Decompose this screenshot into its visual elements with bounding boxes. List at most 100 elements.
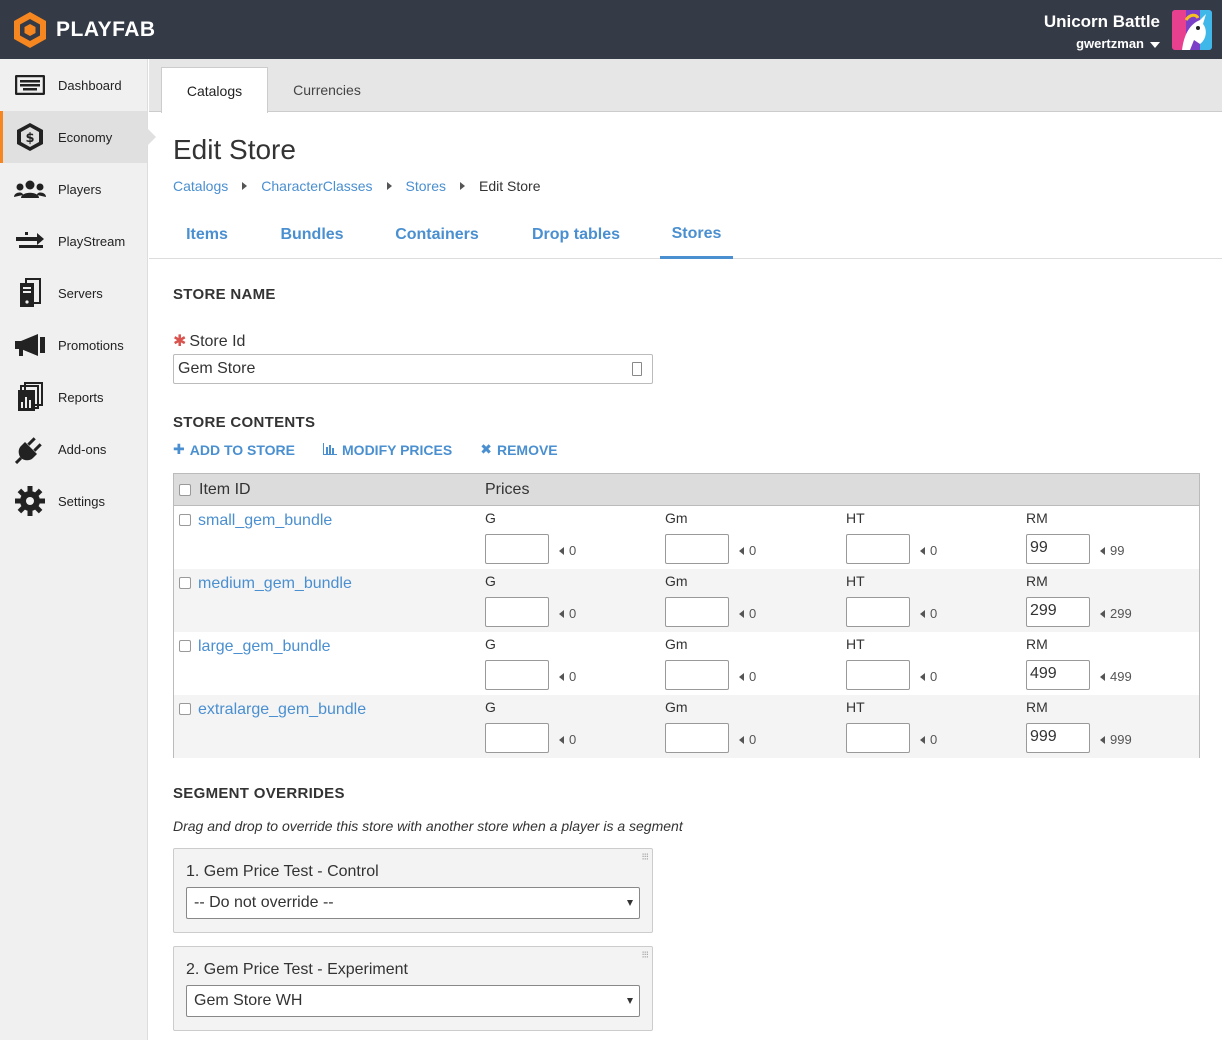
- previous-price-value: 299: [1110, 606, 1132, 621]
- breadcrumb-separator-icon: [386, 182, 392, 190]
- price-input-rm[interactable]: 99: [1026, 534, 1090, 564]
- sidebar-item-servers[interactable]: Servers: [0, 267, 147, 319]
- breadcrumb-stores[interactable]: Stores: [406, 178, 446, 194]
- caret-down-icon: [1150, 41, 1160, 48]
- contact-card-icon[interactable]: [632, 362, 642, 376]
- drag-handle-icon[interactable]: ⁝⁝⁝: [641, 950, 648, 961]
- tab-items[interactable]: Items: [173, 211, 241, 259]
- caret-left-icon: [1100, 610, 1105, 618]
- segment-selected-value: -- Do not override --: [194, 894, 334, 911]
- segment-override-select[interactable]: Gem Store WH: [186, 985, 640, 1017]
- price-input-rm[interactable]: 999: [1026, 723, 1090, 753]
- segment-override-card[interactable]: ⁝⁝⁝ 1. Gem Price Test - Control -- Do no…: [173, 848, 653, 933]
- store-id-input[interactable]: Gem Store: [173, 354, 653, 384]
- previous-price: 499: [1100, 669, 1132, 684]
- breadcrumb-current: Edit Store: [479, 178, 541, 194]
- remove-button[interactable]: ✖ REMOVE: [480, 441, 557, 458]
- sidebar-item-settings[interactable]: Settings: [0, 475, 147, 527]
- caret-left-icon: [739, 547, 744, 555]
- avatar[interactable]: [1172, 10, 1212, 50]
- breadcrumb-separator-icon: [460, 182, 465, 190]
- sidebar-item-label: PlayStream: [58, 233, 126, 249]
- price-input-gm[interactable]: [665, 723, 729, 753]
- sidebar-item-add-ons[interactable]: Add-ons: [0, 423, 147, 475]
- sidebar-item-label: Dashboard: [58, 77, 122, 93]
- table-row: medium_gem_bundle G0 Gm 0 HT 0 RM 299 299: [174, 569, 1199, 632]
- tab-catalogs[interactable]: Catalogs: [161, 67, 268, 113]
- tab-bundles[interactable]: Bundles: [269, 211, 355, 259]
- store-id-label: ✱ Store Id: [173, 331, 245, 351]
- section-store-name: STORE NAME: [173, 286, 276, 303]
- price-input-rm[interactable]: 299: [1026, 597, 1090, 627]
- plus-icon: ✚: [173, 441, 185, 457]
- section-store-contents: STORE CONTENTS: [173, 414, 316, 431]
- breadcrumb-catalogs[interactable]: Catalogs: [173, 178, 228, 194]
- price-input-ht[interactable]: [846, 597, 910, 627]
- previous-price: 299: [1100, 606, 1132, 621]
- previous-price-value: 0: [569, 669, 577, 684]
- item-link[interactable]: large_gem_bundle: [198, 638, 331, 656]
- sidebar-item-playstream[interactable]: PlayStream: [0, 215, 147, 267]
- sidebar-item-dashboard[interactable]: Dashboard: [0, 59, 147, 111]
- row-checkbox[interactable]: [179, 514, 191, 526]
- tab-currencies[interactable]: Currencies: [281, 67, 373, 113]
- username: gwertzman: [1076, 36, 1144, 51]
- remove-label: REMOVE: [496, 441, 558, 458]
- currency-label: RM: [1026, 636, 1048, 652]
- price-input-g[interactable]: [485, 723, 549, 753]
- sidebar-item-label: Promotions: [58, 337, 124, 353]
- top-bar: PLAYFAB Unicorn Battle gwertzman: [0, 0, 1222, 59]
- playfab-logo[interactable]: PLAYFAB: [12, 11, 156, 49]
- breadcrumb-characterclasses[interactable]: CharacterClasses: [261, 178, 372, 194]
- row-checkbox[interactable]: [179, 640, 191, 652]
- price-input-g[interactable]: [485, 660, 549, 690]
- price-cell-rm: RM 499 499: [1026, 636, 1132, 690]
- caret-left-icon: [739, 736, 744, 744]
- row-checkbox[interactable]: [179, 703, 191, 715]
- price-input-g[interactable]: [485, 534, 549, 564]
- price-input-gm[interactable]: [665, 534, 729, 564]
- header-item-id: Item ID: [199, 481, 251, 498]
- price-cell-g: G0: [485, 573, 576, 627]
- sidebar-item-reports[interactable]: Reports: [0, 371, 147, 423]
- sidebar-item-economy[interactable]: $ Economy: [0, 111, 156, 163]
- currency-label: RM: [1026, 510, 1048, 526]
- tab-stores[interactable]: Stores: [660, 211, 733, 259]
- sidebar-item-players[interactable]: Players: [0, 163, 147, 215]
- item-link[interactable]: small_gem_bundle: [198, 512, 332, 530]
- price-input-g[interactable]: [485, 597, 549, 627]
- previous-price: 0: [920, 669, 937, 684]
- row-checkbox[interactable]: [179, 577, 191, 589]
- item-link[interactable]: extralarge_gem_bundle: [198, 701, 366, 719]
- segment-override-card[interactable]: ⁝⁝⁝ 2. Gem Price Test - Experiment Gem S…: [173, 946, 653, 1031]
- people-icon: [14, 173, 46, 205]
- price-input-ht[interactable]: [846, 660, 910, 690]
- select-all-checkbox[interactable]: [179, 484, 191, 496]
- tab-containers[interactable]: Containers: [383, 211, 491, 259]
- price-input-gm[interactable]: [665, 660, 729, 690]
- drag-handle-icon[interactable]: ⁝⁝⁝: [641, 852, 648, 863]
- top-tab-bar: Catalogs Currencies: [149, 59, 1222, 113]
- price-cell-ht: HT 0: [846, 699, 937, 753]
- currency-label: HT: [846, 573, 865, 589]
- tab-drop-tables[interactable]: Drop tables: [519, 211, 633, 259]
- modify-prices-button[interactable]: MODIFY PRICES: [323, 442, 452, 458]
- segment-override-select[interactable]: -- Do not override --: [186, 887, 640, 919]
- store-contents-table: Item ID Prices small_gem_bundle G0 Gm 0 H…: [173, 473, 1200, 758]
- price-input-ht[interactable]: [846, 723, 910, 753]
- caret-left-icon: [739, 610, 744, 618]
- price-input-ht[interactable]: [846, 534, 910, 564]
- caret-left-icon: [559, 610, 564, 618]
- price-input-rm[interactable]: 499: [1026, 660, 1090, 690]
- dropdown-arrow-icon: [627, 900, 633, 906]
- previous-price: 0: [739, 543, 756, 558]
- item-link[interactable]: medium_gem_bundle: [198, 575, 352, 593]
- add-to-store-button[interactable]: ✚ ADD TO STORE: [173, 441, 295, 458]
- sidebar-item-promotions[interactable]: Promotions: [0, 319, 147, 371]
- user-menu[interactable]: gwertzman: [1044, 36, 1160, 51]
- table-header: Item ID Prices: [174, 474, 1199, 506]
- currency-label: Gm: [665, 510, 688, 526]
- sidebar-item-label: Reports: [58, 389, 104, 405]
- price-input-gm[interactable]: [665, 597, 729, 627]
- stream-arrows-icon: [14, 225, 46, 257]
